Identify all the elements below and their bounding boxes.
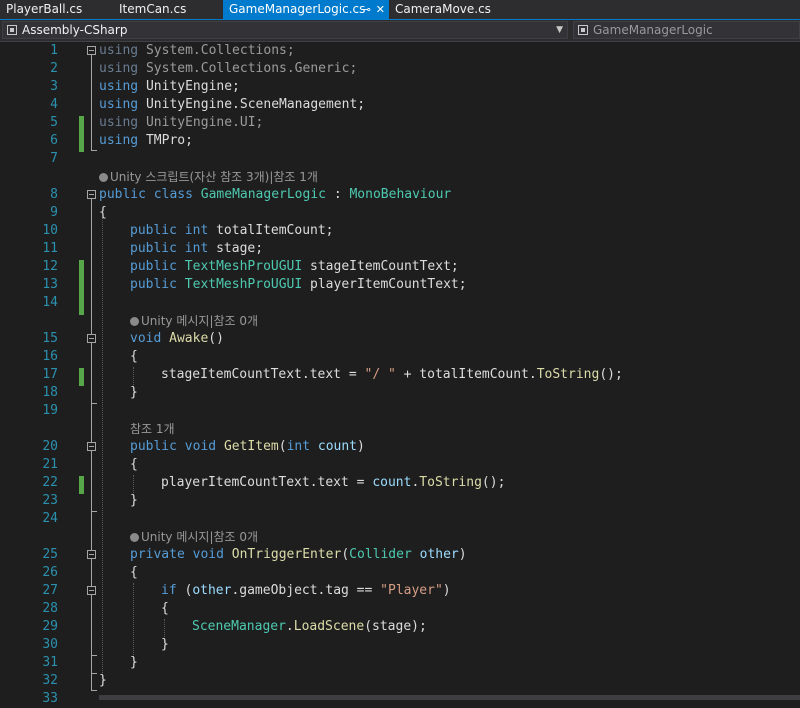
chevron-down-icon: ▼: [556, 25, 563, 35]
code-line: public int totalItemCount;: [130, 223, 334, 238]
unity-icon: [99, 173, 108, 182]
code-line: using System.Collections;: [99, 43, 295, 58]
project-dropdown[interactable]: Assembly-CSharp ▼: [2, 21, 568, 39]
code-line: }: [161, 637, 169, 652]
code-line: {: [161, 601, 169, 616]
tab-label: ItemCan.cs: [119, 2, 187, 16]
class-icon: [578, 25, 588, 35]
code-line: SceneManager.LoadScene(stage);: [192, 619, 427, 634]
code-line: {: [130, 565, 138, 580]
code-line: }: [99, 673, 107, 688]
code-line: using UnityEngine.UI;: [99, 115, 264, 130]
unity-icon: [130, 317, 139, 326]
line-number: 14: [42, 295, 58, 310]
code-line: using UnityEngine;: [99, 79, 240, 94]
project-name: Assembly-CSharp: [22, 23, 128, 37]
code-line: public TextMeshProUGUI stageItemCountTex…: [130, 259, 459, 274]
code-line: using UnityEngine.SceneManagement;: [99, 97, 366, 112]
code-line: void Awake(): [130, 331, 224, 346]
code-line: {: [99, 205, 107, 220]
code-line: if (other.gameObject.tag == "Player"): [161, 583, 451, 598]
code-editor[interactable]: 1 2 3 4 5 6 7 8 9 10 11 12 13 14 15 16 1…: [0, 42, 800, 706]
project-icon: [7, 25, 17, 35]
line-number: 33: [42, 691, 58, 706]
class-dropdown[interactable]: GameManagerLogic: [573, 21, 800, 39]
code-line: playerItemCountText.text = count.ToStrin…: [161, 475, 506, 490]
tab-playerball[interactable]: PlayerBall.cs: [0, 0, 104, 19]
tab-cameramove[interactable]: CameraMove.cs: [389, 0, 509, 19]
code-line: stageItemCountText.text = "/ " + totalIt…: [161, 367, 623, 382]
class-name: GameManagerLogic: [593, 23, 713, 37]
code-line: private void OnTriggerEnter(Collider oth…: [130, 547, 467, 562]
line-number: 24: [42, 511, 58, 526]
code-line: public void GetItem(int count): [130, 439, 365, 454]
codelens-unity-script[interactable]: Unity 스크립트(자산 참조 3개)|참조 1개: [0, 168, 800, 186]
codelens-getitem[interactable]: 참조 1개: [0, 420, 800, 438]
code-line: {: [130, 349, 138, 364]
document-tab-bar: PlayerBall.cs ItemCan.cs GameManagerLogi…: [0, 0, 800, 20]
code-line: }: [130, 385, 138, 400]
tab-gamemanagerlogic[interactable]: GameManagerLogic.cs ⊸ ✕: [223, 0, 389, 19]
code-line: using TMPro;: [99, 133, 193, 148]
code-line: public class GameManagerLogic : MonoBeha…: [99, 187, 452, 202]
unity-icon: [130, 533, 139, 542]
code-line: }: [130, 655, 138, 670]
close-icon[interactable]: ✕: [376, 3, 385, 16]
tab-label: PlayerBall.cs: [6, 2, 83, 16]
horizontal-scrollbar[interactable]: [99, 695, 800, 700]
codelens-ontriggerenter[interactable]: Unity 메시지|참조 0개: [0, 528, 800, 546]
navigation-bar: Assembly-CSharp ▼ GameManagerLogic: [0, 20, 800, 42]
code-line: public TextMeshProUGUI playerItemCountTe…: [130, 277, 467, 292]
code-line: using System.Collections.Generic;: [99, 61, 358, 76]
line-number: 7: [50, 151, 58, 166]
code-line: public int stage;: [130, 241, 264, 256]
tab-label: CameraMove.cs: [395, 2, 491, 16]
tab-itemcan[interactable]: ItemCan.cs: [113, 0, 223, 19]
code-line: {: [130, 457, 138, 472]
codelens-awake[interactable]: Unity 메시지|참조 0개: [0, 312, 800, 330]
code-line: }: [130, 493, 138, 508]
pin-icon[interactable]: ⊸: [362, 3, 371, 16]
tab-label: GameManagerLogic.cs: [229, 2, 366, 16]
line-number: 19: [42, 403, 58, 418]
